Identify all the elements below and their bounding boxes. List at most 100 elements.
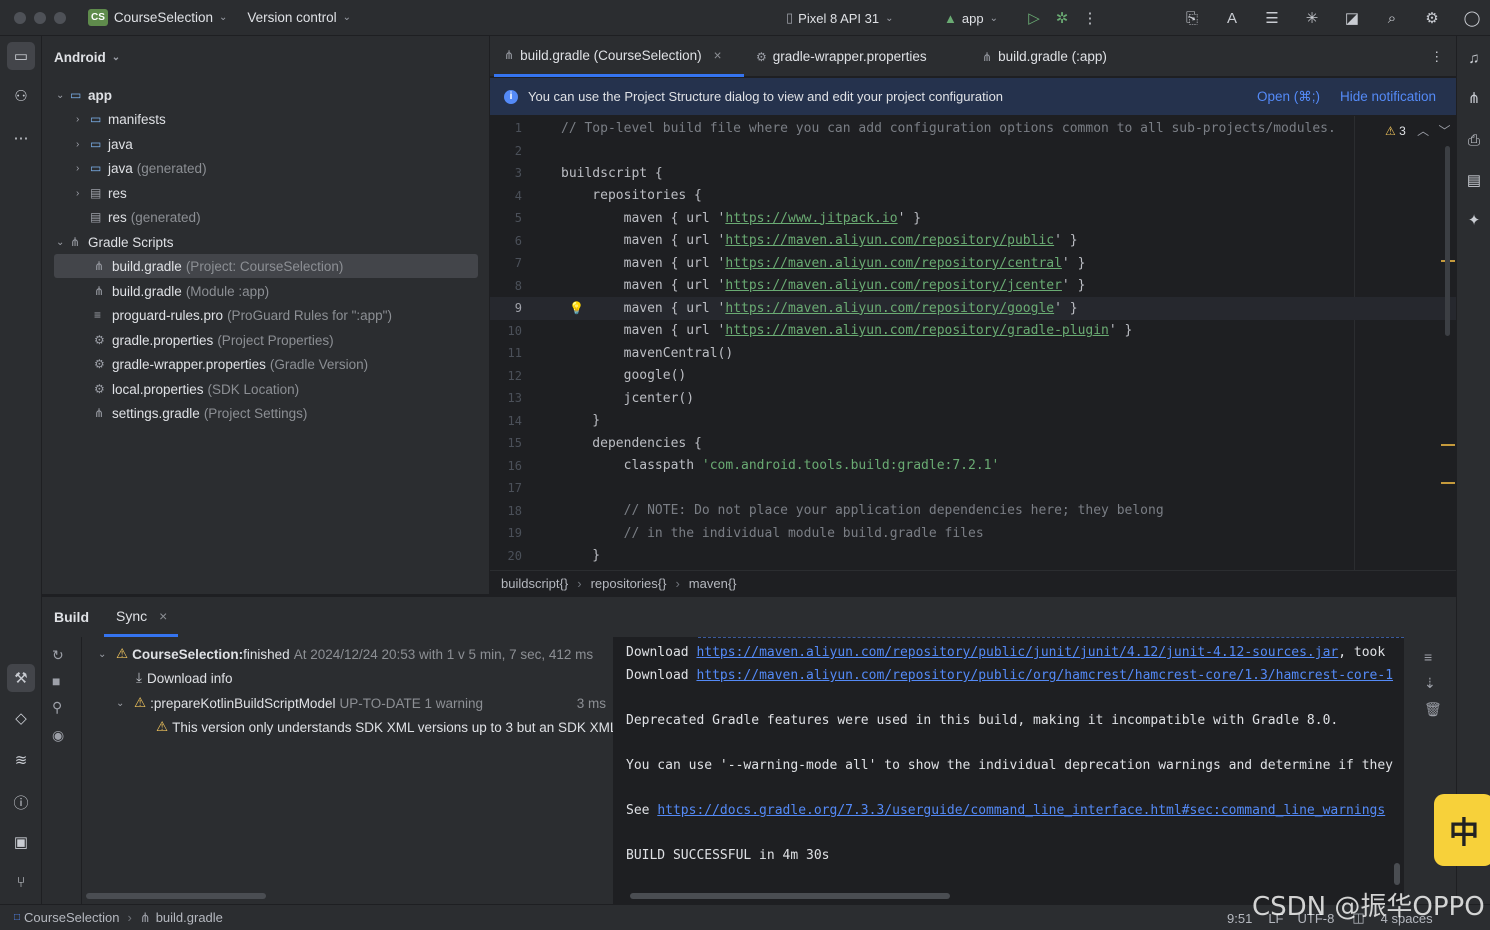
line-number[interactable]: 19 <box>490 526 522 540</box>
console-hscrollbar[interactable] <box>630 893 950 899</box>
git-branch-icon[interactable]: ⑂ <box>7 868 35 896</box>
tab-build-gradle-project[interactable]: ⋔ build.gradle (CourseSelection) × <box>494 36 744 77</box>
line-number[interactable]: 8 <box>490 279 522 293</box>
bug-icon[interactable]: ✳ <box>1298 4 1326 32</box>
code-line[interactable]: 4 repositories { <box>490 185 1456 208</box>
console-link[interactable]: https://docs.gradle.org/7.3.3/userguide/… <box>657 803 1385 818</box>
logcat-icon[interactable]: ≋ <box>7 746 35 774</box>
line-number[interactable]: 9 <box>490 301 522 315</box>
tree-item-gradle-properties[interactable]: ⚙ gradle.properties (Project Properties) <box>94 328 334 352</box>
line-number[interactable]: 7 <box>490 256 522 270</box>
soft-wrap-icon[interactable]: ≡ <box>1424 649 1432 665</box>
code-line[interactable]: 9 maven { url 'https://maven.aliyun.com/… <box>490 297 1456 320</box>
code-line[interactable]: 1 // Top-level build file where you can a… <box>490 117 1456 140</box>
build-console[interactable]: Download https://maven.aliyun.com/reposi… <box>614 637 1404 905</box>
line-number[interactable]: 5 <box>490 211 522 225</box>
cursor-position[interactable]: 9:51 <box>1227 911 1252 926</box>
tab-gradle-wrapper-properties[interactable]: ⚙ gradle-wrapper.properties <box>756 36 927 77</box>
line-number[interactable]: 20 <box>490 549 522 563</box>
breadcrumb-item[interactable]: buildscript{} <box>501 576 568 591</box>
code-line[interactable]: 17 <box>490 477 1456 500</box>
gradle-elephant-icon[interactable]: ⋔ <box>1460 84 1488 112</box>
code-line[interactable]: 5 maven { url 'https://www.jitpack.io' } <box>490 207 1456 230</box>
stop-icon[interactable]: ■ <box>52 673 60 689</box>
project-view-selector[interactable]: Android <box>54 50 106 65</box>
tree-item-build-gradle-app[interactable]: ⋔ build.gradle (Module :app) <box>94 279 269 303</box>
device-manager-icon[interactable]: ◪ <box>1338 4 1366 32</box>
line-number[interactable]: 11 <box>490 346 522 360</box>
settings-gear-icon[interactable]: ⚙ <box>1418 4 1446 32</box>
build-tree-row-root[interactable]: ⌄ ⚠ CourseSelection: finished At 2024/12… <box>98 642 593 666</box>
running-devices-icon[interactable]: ▤ <box>1460 166 1488 194</box>
vcs-menu[interactable]: Version control <box>247 10 336 25</box>
close-tab-icon[interactable]: × <box>714 48 722 63</box>
code-line[interactable]: 2 <box>490 140 1456 163</box>
tree-item-proguard[interactable]: ≡ proguard-rules.pro (ProGuard Rules for… <box>94 303 392 327</box>
more-tools-icon[interactable]: ⋯ <box>7 124 35 152</box>
tree-item-settings-gradle[interactable]: ⋔ settings.gradle (Project Settings) <box>94 401 307 425</box>
lightbulb-icon[interactable]: 💡 <box>569 301 584 315</box>
breadcrumb-item[interactable]: maven{} <box>689 576 737 591</box>
tree-item-app[interactable]: ⌄ ▭ app <box>56 83 112 107</box>
editor-scrollbar[interactable] <box>1445 146 1450 336</box>
debug-icon[interactable]: ✲ <box>1048 4 1076 32</box>
tree-item-res-generated[interactable]: ▤ res (generated) <box>90 205 201 229</box>
code-line[interactable]: 12 google() <box>490 365 1456 388</box>
line-number[interactable]: 6 <box>490 234 522 248</box>
line-number[interactable]: 18 <box>490 504 522 518</box>
ime-indicator[interactable]: 中 <box>1434 794 1490 866</box>
status-breadcrumb-file[interactable]: build.gradle <box>156 910 223 925</box>
terminal-icon[interactable]: ▣ <box>7 828 35 856</box>
tree-item-java-generated[interactable]: › ▭ java (generated) <box>76 156 207 180</box>
build-tree-row-download[interactable]: ⤓ Download info <box>136 666 233 690</box>
sync-project-icon[interactable]: ⎘ <box>1178 4 1206 32</box>
line-number[interactable]: 4 <box>490 189 522 203</box>
code-line[interactable]: 16 classpath 'com.android.tools.build:gr… <box>490 455 1456 478</box>
tree-item-local-properties[interactable]: ⚙ local.properties (SDK Location) <box>94 377 299 401</box>
build-tree-row-task[interactable]: ⌄ ⚠ :prepareKotlinBuildScriptModel UP-TO… <box>116 691 606 715</box>
line-number[interactable]: 3 <box>490 166 522 180</box>
device-selector[interactable]: Pixel 8 API 31 <box>798 11 879 26</box>
problems-icon[interactable]: ⓘ <box>7 788 35 816</box>
pin-icon[interactable]: ⚲ <box>52 699 62 716</box>
structure-icon[interactable]: ☰ <box>1258 4 1286 32</box>
line-number[interactable]: 15 <box>490 436 522 450</box>
console-vscrollbar[interactable] <box>1394 863 1400 885</box>
project-switcher[interactable]: CourseSelection <box>114 10 213 25</box>
eye-icon[interactable]: ◉ <box>52 727 64 744</box>
window-controls[interactable] <box>14 11 66 24</box>
code-editor[interactable]: ⚠ 3 ︿ ﹀ 1// Top-level build file where y… <box>490 116 1456 570</box>
breadcrumb-item[interactable]: repositories{} <box>591 576 667 591</box>
gemini-sparkle-icon[interactable]: ✦ <box>1460 206 1488 234</box>
code-line[interactable]: 19 // in the individual module build.gra… <box>490 522 1456 545</box>
tree-item-build-gradle-project[interactable]: ⋔ build.gradle (Project: CourseSelection… <box>54 254 478 278</box>
build-tree-scrollbar[interactable] <box>86 893 266 899</box>
status-breadcrumb-project[interactable]: CourseSelection <box>24 910 119 925</box>
sync-icon[interactable]: ↻ <box>52 647 64 664</box>
code-line[interactable]: 8 maven { url 'https://maven.aliyun.com/… <box>490 275 1456 298</box>
code-line[interactable]: 10 maven { url 'https://maven.aliyun.com… <box>490 320 1456 343</box>
code-line[interactable]: 6 maven { url 'https://maven.aliyun.com/… <box>490 230 1456 253</box>
warning-stripe[interactable] <box>1441 482 1455 484</box>
code-line[interactable]: 15 dependencies { <box>490 432 1456 455</box>
line-number[interactable]: 1 <box>490 121 522 135</box>
tab-build-gradle-app[interactable]: ⋔ build.gradle (:app) <box>982 36 1107 77</box>
build-tree-row-warning[interactable]: ⚠ This version only understands SDK XML … <box>156 715 613 739</box>
tree-item-java[interactable]: › ▭ java <box>76 132 133 156</box>
search-icon[interactable]: ⌕ <box>1378 4 1406 32</box>
code-line[interactable]: 13 jcenter() <box>490 387 1456 410</box>
tree-item-res[interactable]: › ▤ res <box>76 181 127 205</box>
run-config-selector[interactable]: app <box>962 11 984 26</box>
project-folder-icon[interactable]: ▭ <box>7 42 35 70</box>
scroll-to-end-icon[interactable]: ⇣ <box>1424 675 1436 692</box>
line-number[interactable]: 17 <box>490 481 522 495</box>
close-tab-icon[interactable]: × <box>159 608 167 624</box>
code-line[interactable]: 7 maven { url 'https://maven.aliyun.com/… <box>490 252 1456 275</box>
line-number[interactable]: 14 <box>490 414 522 428</box>
resource-manager-icon[interactable]: ⚇ <box>7 82 35 110</box>
tree-item-gradle-scripts[interactable]: ⌄ ⋔ Gradle Scripts <box>56 230 174 254</box>
console-link[interactable]: https://maven.aliyun.com/repository/publ… <box>696 668 1393 683</box>
account-icon[interactable]: ◯ <box>1458 4 1486 32</box>
translate-icon[interactable]: A <box>1218 4 1246 32</box>
more-actions-icon[interactable]: ⋮ <box>1076 4 1104 32</box>
